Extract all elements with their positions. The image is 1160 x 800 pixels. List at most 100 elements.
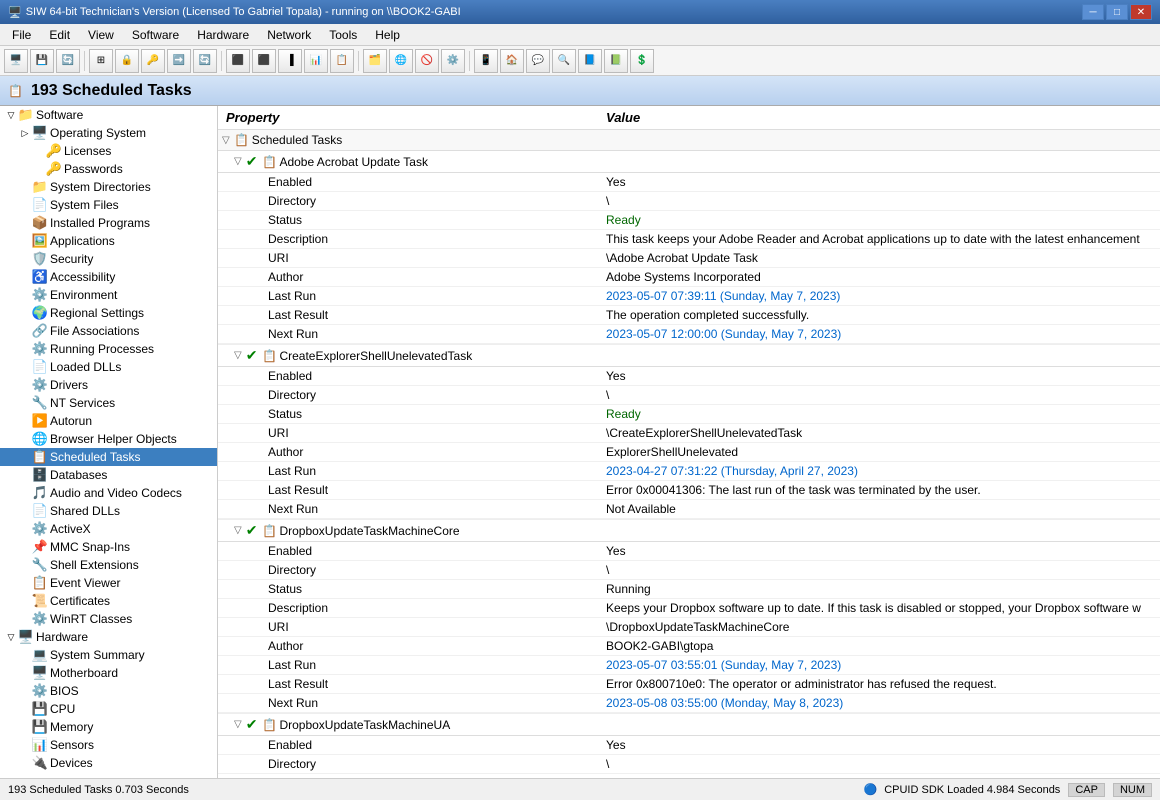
toolbar-btn-3[interactable]: 🔄 (56, 49, 80, 73)
prop-explorer-dir: Directory \ (218, 386, 1160, 405)
app-icon: 🖥️ (8, 6, 22, 19)
sidebar-item-autorun[interactable]: ▶️ Autorun (0, 412, 217, 430)
sidebar-item-certificates[interactable]: 📜 Certificates (0, 592, 217, 610)
sidebar-item-hardware[interactable]: ▽ 🖥️ Hardware (0, 628, 217, 646)
menu-tools[interactable]: Tools (321, 26, 365, 44)
sidebar-item-running-processes[interactable]: ⚙️ Running Processes (0, 340, 217, 358)
status-left: 193 Scheduled Tasks 0.703 Seconds (8, 784, 189, 796)
section-scheduled-tasks[interactable]: ▽ 📋 Scheduled Tasks (218, 130, 1160, 151)
sysdir-label: System Directories (50, 180, 151, 194)
section-adobe-task[interactable]: ▽ ✔ 📋 Adobe Acrobat Update Task (218, 151, 1160, 173)
toolbar-btn-11[interactable]: ▐ (278, 49, 302, 73)
toolbar-btn-12[interactable]: 📊 (304, 49, 328, 73)
sidebar-item-winrt-classes[interactable]: ⚙️ WinRT Classes (0, 610, 217, 628)
toolbar-btn-22[interactable]: 📘 (578, 49, 602, 73)
runproc-label: Running Processes (50, 342, 154, 356)
toolbar-btn-24[interactable]: 💲 (630, 49, 654, 73)
sidebar-item-software[interactable]: ▽ 📁 Software (0, 106, 217, 124)
toolbar-btn-20[interactable]: 💬 (526, 49, 550, 73)
cap-badge: CAP (1068, 783, 1105, 797)
sidebar-item-bios[interactable]: ⚙️ BIOS (0, 682, 217, 700)
sidebar-item-shared-dlls[interactable]: 📄 Shared DLLs (0, 502, 217, 520)
sidebar-item-mmc-snapins[interactable]: 📌 MMC Snap-Ins (0, 538, 217, 556)
prop-adobe-dir: Directory \ (218, 192, 1160, 211)
mb-expand-icon (18, 666, 32, 680)
sidebar-item-regional-settings[interactable]: 🌍 Regional Settings (0, 304, 217, 322)
menu-edit[interactable]: Edit (41, 26, 78, 44)
maximize-button[interactable]: □ (1106, 4, 1128, 20)
menu-file[interactable]: File (4, 26, 39, 44)
sidebar-item-nt-services[interactable]: 🔧 NT Services (0, 394, 217, 412)
sidebar-item-system-summary[interactable]: 💻 System Summary (0, 646, 217, 664)
sidebar-item-av-codecs[interactable]: 🎵 Audio and Video Codecs (0, 484, 217, 502)
toolbar-btn-5[interactable]: 🔒 (115, 49, 139, 73)
toolbar-btn-21[interactable]: 🔍 (552, 49, 576, 73)
menu-software[interactable]: Software (124, 26, 187, 44)
bios-expand-icon (18, 684, 32, 698)
prop-dropbox-core-lastresult: Last Result Error 0x800710e0: The operat… (218, 675, 1160, 694)
sidebar-item-memory[interactable]: 💾 Memory (0, 718, 217, 736)
toolbar-btn-7[interactable]: ➡️ (167, 49, 191, 73)
sidebar-item-licenses[interactable]: 🔑 Licenses (0, 142, 217, 160)
sidebar-item-scheduled-tasks[interactable]: 📋 Scheduled Tasks (0, 448, 217, 466)
prop-adobe-lastresult: Last Result The operation completed succ… (218, 306, 1160, 325)
toolbar-btn-10[interactable]: ⬛ (252, 49, 276, 73)
toolbar-btn-16[interactable]: 🚫 (415, 49, 439, 73)
sidebar-item-system-directories[interactable]: 📁 System Directories (0, 178, 217, 196)
security-label: Security (50, 252, 93, 266)
sysfiles-icon: 📄 (32, 197, 48, 213)
toolbar-btn-4[interactable]: ⊞ (89, 49, 113, 73)
sidebar-item-event-viewer[interactable]: 📋 Event Viewer (0, 574, 217, 592)
toolbar-btn-19[interactable]: 🏠 (500, 49, 524, 73)
section-explorer-task[interactable]: ▽ ✔ 📋 CreateExplorerShellUnelevatedTask (218, 344, 1160, 367)
sidebar-item-drivers[interactable]: ⚙️ Drivers (0, 376, 217, 394)
sidebar-item-security[interactable]: 🛡️ Security (0, 250, 217, 268)
sidebar-item-passwords[interactable]: 🔑 Passwords (0, 160, 217, 178)
os-icon: 🖥️ (32, 125, 48, 141)
sidebar-item-applications[interactable]: 🖼️ Applications (0, 232, 217, 250)
eventviewer-icon: 📋 (32, 575, 48, 591)
sidebar-item-shell-extensions[interactable]: 🔧 Shell Extensions (0, 556, 217, 574)
sidebar-item-activex[interactable]: ⚙️ ActiveX (0, 520, 217, 538)
sidebar-item-installed-programs[interactable]: 📦 Installed Programs (0, 214, 217, 232)
sidebar-item-browser-helper[interactable]: 🌐 Browser Helper Objects (0, 430, 217, 448)
close-button[interactable]: ✕ (1130, 4, 1152, 20)
section-dropbox-ua-task[interactable]: ▽ ✔ 📋 DropboxUpdateTaskMachineUA (218, 713, 1160, 736)
sidebar-item-sensors[interactable]: 📊 Sensors (0, 736, 217, 754)
menu-hardware[interactable]: Hardware (189, 26, 257, 44)
toolbar-btn-13[interactable]: 📋 (330, 49, 354, 73)
sidebar-item-motherboard[interactable]: 🖥️ Motherboard (0, 664, 217, 682)
os-label: Operating System (50, 126, 146, 140)
sidebar-item-environment[interactable]: ⚙️ Environment (0, 286, 217, 304)
toolbar-btn-6[interactable]: 🔑 (141, 49, 165, 73)
toolbar-btn-23[interactable]: 📗 (604, 49, 628, 73)
prop-name-author-1: Author (218, 268, 598, 286)
minimize-button[interactable]: ─ (1082, 4, 1104, 20)
sidebar-item-system-files[interactable]: 📄 System Files (0, 196, 217, 214)
toolbar-btn-14[interactable]: 🗂️ (363, 49, 387, 73)
apps-icon: 🖼️ (32, 233, 48, 249)
content-scroll[interactable]: ▽ 📋 Scheduled Tasks ▽ ✔ 📋 Adobe Acrobat … (218, 130, 1160, 778)
toolbar-btn-9[interactable]: ⬛ (226, 49, 250, 73)
sidebar-item-accessibility[interactable]: ♿ Accessibility (0, 268, 217, 286)
sidebar-item-loaded-dlls[interactable]: 📄 Loaded DLLs (0, 358, 217, 376)
toolbar-btn-15[interactable]: 🌐 (389, 49, 413, 73)
toolbar-btn-8[interactable]: 🔄 (193, 49, 217, 73)
toolbar-btn-18[interactable]: 📱 (474, 49, 498, 73)
toolbar-btn-1[interactable]: 🖥️ (4, 49, 28, 73)
menu-view[interactable]: View (80, 26, 122, 44)
sidebar-item-file-associations[interactable]: 🔗 File Associations (0, 322, 217, 340)
sidebar-item-devices[interactable]: 🔌 Devices (0, 754, 217, 772)
toolbar-btn-17[interactable]: ⚙️ (441, 49, 465, 73)
prop-dropbox-core-dir: Directory \ (218, 561, 1160, 580)
toolbar-btn-2[interactable]: 💾 (30, 49, 54, 73)
menu-help[interactable]: Help (367, 26, 408, 44)
prop-explorer-lastresult: Last Result Error 0x00041306: The last r… (218, 481, 1160, 500)
section-dropbox-core-task[interactable]: ▽ ✔ 📋 DropboxUpdateTaskMachineCore (218, 519, 1160, 542)
prop-dropbox-core-enabled: Enabled Yes (218, 542, 1160, 561)
prop-explorer-lastrun: Last Run 2023-04-27 07:31:22 (Thursday, … (218, 462, 1160, 481)
sidebar-item-operating-system[interactable]: ▷ 🖥️ Operating System (0, 124, 217, 142)
sidebar-item-databases[interactable]: 🗄️ Databases (0, 466, 217, 484)
sidebar-item-cpu[interactable]: 💾 CPU (0, 700, 217, 718)
menu-network[interactable]: Network (259, 26, 319, 44)
